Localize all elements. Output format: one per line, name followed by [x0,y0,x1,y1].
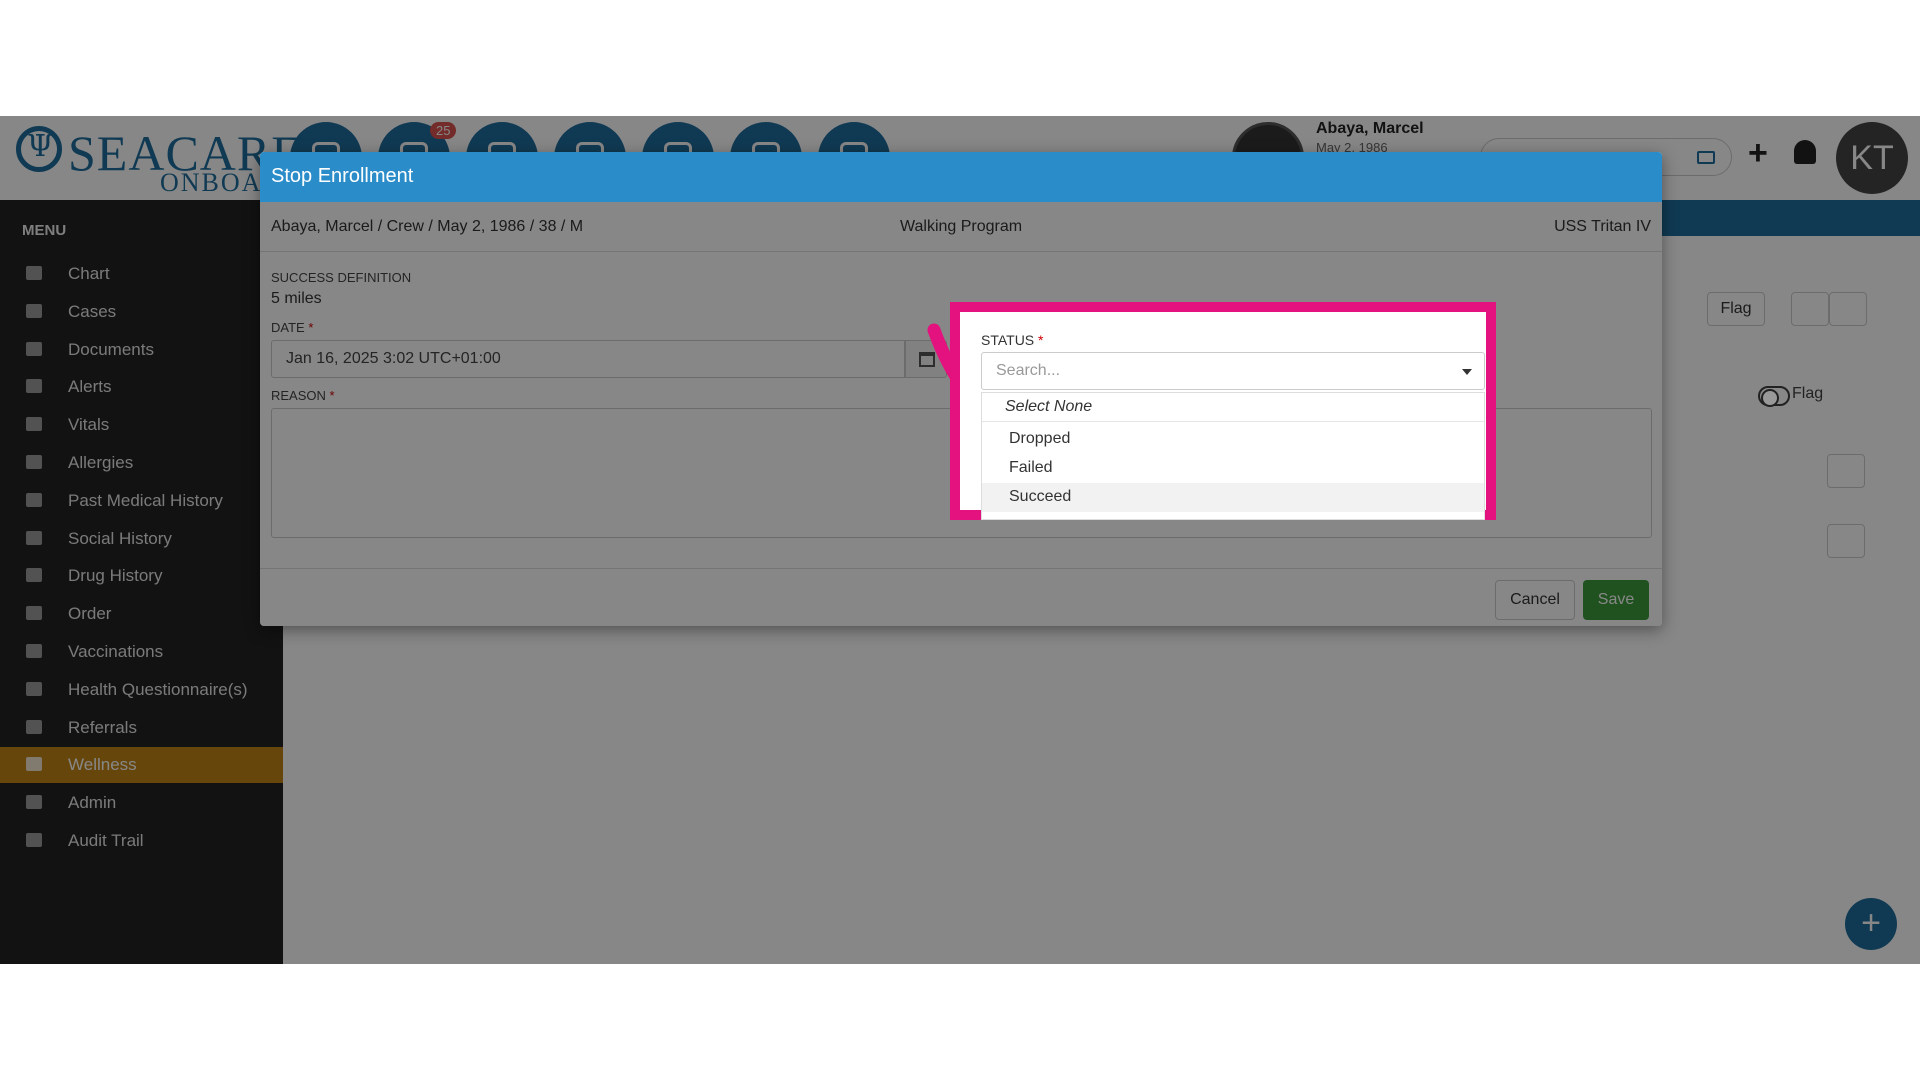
required-marker: * [1038,332,1044,348]
status-label: STATUS * [981,332,1044,348]
option-label: Select None [1005,398,1093,415]
flag-toggle[interactable] [1758,386,1790,407]
option-failed[interactable]: Failed [982,454,1484,483]
modal-header: Stop Enrollment [260,152,1662,202]
caret-down-icon [1462,369,1472,375]
flag-label: Flag [1792,385,1824,402]
option-label: Dropped [1009,430,1071,447]
option-dropped[interactable]: Dropped [982,425,1484,454]
app-window: SEACARE ONBOARD 25 Abaya, Marcel May 2, … [0,116,1920,964]
modal-title: Stop Enrollment [271,165,414,187]
status-highlight-panel: STATUS * Search... Select None Dropped F… [950,302,1496,520]
option-select-none[interactable]: Select None [982,393,1484,422]
status-label-text: STATUS [981,332,1035,348]
option-label: Failed [1009,459,1053,476]
status-select[interactable]: Search... [981,352,1485,390]
status-search-placeholder: Search... [996,362,1061,379]
status-dropdown-list: Select None Dropped Failed Succeed [981,392,1485,520]
option-succeed[interactable]: Succeed [982,483,1484,512]
option-label: Succeed [1009,488,1072,505]
